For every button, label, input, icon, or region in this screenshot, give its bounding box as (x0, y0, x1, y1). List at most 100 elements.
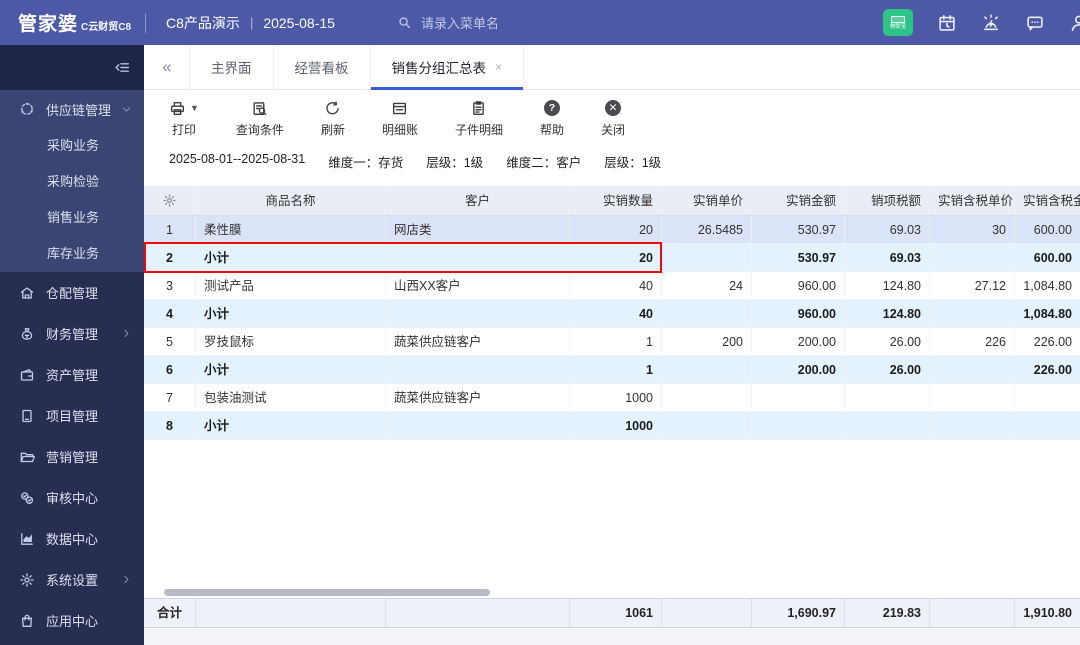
tab-main[interactable]: 主界面 (189, 45, 274, 89)
table-row[interactable]: 2 小计 20 530.97 69.03 600.00 (144, 244, 1080, 272)
ledger-icon (391, 100, 408, 117)
table-header-row: 商品名称客户实销数量实销单价实销金额销项税额实销含税单价实销含税金额 (144, 186, 1080, 216)
table-cell: 40 (570, 272, 662, 299)
close-button[interactable]: ✕ 关闭 (601, 99, 625, 138)
column-header[interactable]: 实销含税单价 (930, 186, 1015, 215)
table-cell (1015, 384, 1080, 411)
query-conditions-button[interactable]: 查询条件 (236, 99, 284, 138)
sidebar-item-label: 系统设置 (46, 573, 99, 588)
sidebar-item-data-center[interactable]: 数据中心 (0, 518, 144, 559)
print-button[interactable]: ▼ 打印 (169, 99, 199, 138)
refresh-icon (324, 100, 341, 117)
table-row[interactable]: 4 小计 40 960.00 124.80 1,084.80 (144, 300, 1080, 328)
sidebar-subitem-sales[interactable]: 销售业务 (0, 200, 144, 236)
sidebar-item-audit[interactable]: 审核中心 (0, 477, 144, 518)
column-settings-button[interactable] (144, 186, 196, 215)
table-row[interactable]: 6 小计 1 200.00 26.00 226.00 (144, 356, 1080, 384)
print-dropdown-caret-icon[interactable]: ▼ (190, 103, 199, 113)
table-cell: 26.5485 (662, 216, 752, 243)
chevron-right-icon (121, 328, 132, 339)
tab-bar: « 主界面 经营看板 销售分组汇总表 × (144, 45, 1080, 90)
toolbar-button-label: 帮助 (539, 123, 564, 137)
table-cell: 小计 (196, 356, 386, 383)
toolbar-icon-row (391, 99, 408, 117)
user-icon[interactable] (1069, 13, 1080, 33)
refresh-button[interactable]: 刷新 (321, 99, 345, 138)
table-cell: 69.03 (845, 216, 930, 243)
total-cell: 1,690.97 (752, 599, 845, 627)
sidebar-item-finance[interactable]: 财务管理 (0, 313, 144, 354)
calendar-icon[interactable] (937, 13, 957, 33)
table-cell: 600.00 (1033, 251, 1072, 265)
sidebar-subitem-purchase[interactable]: 采购业务 (0, 128, 144, 164)
tab-strip: 主界面 经营看板 销售分组汇总表 × (189, 45, 525, 90)
table-cell (386, 244, 570, 271)
sidebar-item-project[interactable]: 项目管理 (0, 395, 144, 436)
table-cell: 1000 (570, 412, 662, 439)
sidebar-subitem-inventory[interactable]: 库存业务 (0, 236, 144, 272)
table-cell: 200 (662, 328, 752, 355)
sidebar-group-marketing: 营销管理 (0, 436, 144, 477)
row-number: 5 (144, 328, 196, 355)
table-cell (386, 412, 570, 439)
sidebar-subitem-purchase-inspection[interactable]: 采购检验 (0, 164, 144, 200)
table-row[interactable]: 7 包装油测试 蔬菜供应链客户 1000 (144, 384, 1080, 412)
chevron-down-icon (121, 104, 132, 115)
collapse-sidebar-icon[interactable] (114, 59, 131, 76)
table-cell: 罗技鼠标 (196, 328, 386, 355)
table-row[interactable]: 5 罗技鼠标 蔬菜供应链客户 1 200 200.00 26.00 226 226.00 (144, 328, 1080, 356)
sidebar-item-app-center[interactable]: 应用中心 (0, 600, 144, 641)
table-cell (386, 356, 570, 383)
badge-label: 物联宝 (889, 23, 907, 30)
column-header[interactable]: 实销金额 (752, 186, 845, 215)
column-header[interactable]: 商品名称 (196, 186, 386, 215)
subitem-detail-button[interactable]: 子件明细 (455, 99, 503, 138)
sidebar-item-warehouse[interactable]: 仓配管理 (0, 272, 144, 313)
toolbar-button-label: 子件明细 (454, 123, 503, 137)
column-header[interactable]: 实销数量 (570, 186, 662, 215)
help-button[interactable]: ? 帮助 (540, 99, 564, 138)
query-icon (251, 100, 268, 117)
app-icon (19, 613, 35, 629)
toolbar-icon-row (251, 99, 268, 117)
table-cell: 27.12 (930, 272, 1015, 299)
sidebar-item-settings[interactable]: 系统设置 (0, 559, 144, 600)
row-number: 3 (144, 272, 196, 299)
table-cell: 124.80 (845, 272, 930, 299)
sidebar-group-asset: 资产管理 (0, 354, 144, 395)
help-icon: ? (543, 100, 560, 116)
sidebar-item-marketing[interactable]: 营销管理 (0, 436, 144, 477)
horizontal-scrollbar-thumb[interactable] (164, 589, 490, 596)
table-cell: 69.03 (845, 244, 930, 271)
wulianbao-badge-icon[interactable]: 物联宝 (883, 9, 913, 36)
sidebar-item-supply-chain[interactable]: 供应链管理 (0, 90, 144, 128)
warehouse-icon (19, 285, 35, 301)
table-cell: 蔬菜供应链客户 (386, 384, 570, 411)
table-row[interactable]: 8 小计 1000 (144, 412, 1080, 440)
menu-search-input[interactable]: 请录入菜单名 (397, 13, 499, 32)
table-row[interactable]: 1 柔性膜 网店类 20 26.5485 530.97 69.03 30 600.00 (144, 216, 1080, 244)
toolbar-icon-row (324, 99, 341, 117)
total-cell: 1061 (570, 599, 662, 627)
column-header[interactable]: 实销单价 (662, 186, 752, 215)
column-header[interactable]: 销项税额 (845, 186, 930, 215)
settings-icon (19, 572, 35, 588)
column-header[interactable]: 客户 (386, 186, 570, 215)
total-cell (196, 599, 386, 627)
table-cell: 530.97 (752, 244, 845, 271)
total-cell (662, 599, 752, 627)
report-content: ▼ 打印 查询条件 刷新 明细账 子件明细? 帮助 ✕ 关闭 2025-08-01--2025-… (144, 90, 1080, 645)
tab-dashboard[interactable]: 经营看板 (272, 45, 371, 89)
title-date-separator: | (249, 15, 254, 30)
column-header[interactable]: 实销含税金额 (1015, 186, 1080, 215)
detail-ledger-button[interactable]: 明细账 (382, 99, 418, 138)
sidebar-nav: 供应链管理 采购业务 采购检验 销售业务 库存业务 仓配管理 财务管理 资产管理 项目管理 营销管… (0, 90, 144, 641)
table-row[interactable]: 3 测试产品 山西XX客户 40 24 960.00 124.80 27.12 1,084.80 (144, 272, 1080, 300)
sidebar-group-audit: 审核中心 (0, 477, 144, 518)
chat-icon[interactable] (1025, 13, 1045, 33)
alarm-icon[interactable] (981, 13, 1001, 33)
tab-sales-group-summary[interactable]: 销售分组汇总表 × (369, 45, 525, 90)
tab-close-icon[interactable]: × (495, 61, 502, 73)
sidebar-item-asset[interactable]: 资产管理 (0, 354, 144, 395)
collapse-tabs-icon[interactable]: « (144, 45, 190, 89)
